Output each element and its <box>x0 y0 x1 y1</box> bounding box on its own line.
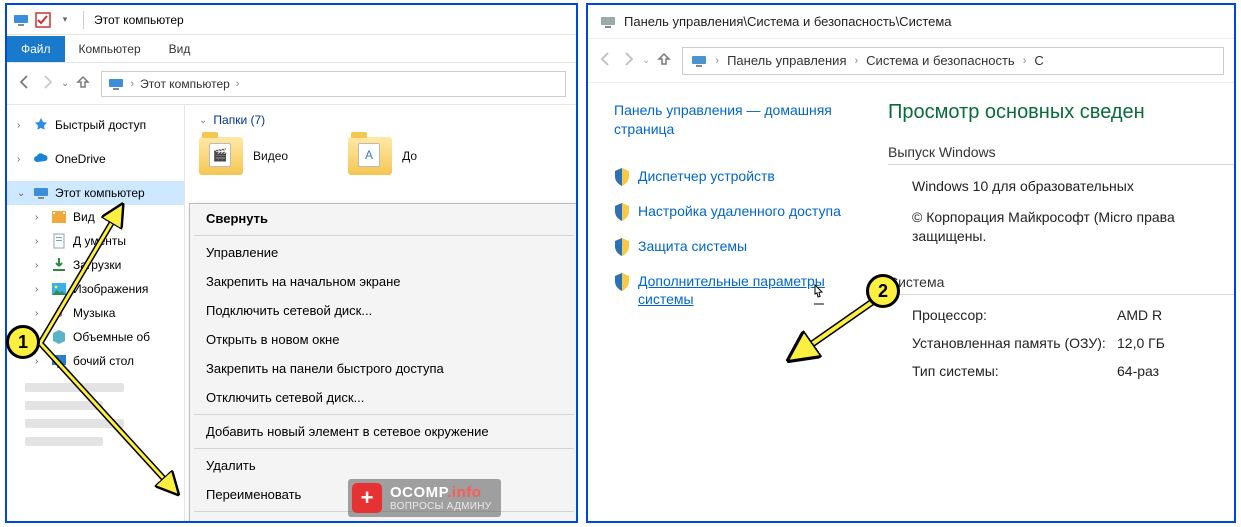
window-title: Этот компьютер <box>94 13 184 27</box>
breadcrumb[interactable]: › Этот компьютер › <box>101 71 566 97</box>
row-type: Тип системы: 64-раз <box>888 363 1234 379</box>
cp-home-link[interactable]: Панель управления — домашняя страница <box>614 101 868 139</box>
nav-pictures[interactable]: › Изображения <box>7 277 184 301</box>
control-panel-system-window: Панель управления\Система и безопасность… <box>586 3 1236 523</box>
nav-videos[interactable]: › Вид <box>7 205 184 229</box>
back-icon[interactable] <box>17 74 33 93</box>
blurred-nav-items <box>7 373 184 465</box>
breadcrumb-label: Этот компьютер <box>140 77 230 91</box>
annotation-marker-2: 2 <box>866 274 900 308</box>
ctx-collapse[interactable]: Свернуть <box>190 204 578 233</box>
cp-titlebar: Панель управления\Система и безопасность… <box>588 5 1234 39</box>
picture-icon <box>51 281 67 297</box>
ctx-map-drive[interactable]: Подключить сетевой диск... <box>190 296 578 325</box>
pc-icon <box>108 76 124 92</box>
forward-icon[interactable] <box>39 74 55 93</box>
section-system: Система <box>888 274 1234 290</box>
download-icon <box>51 257 67 273</box>
breadcrumb[interactable]: › Панель управления › Система и безопасн… <box>682 47 1224 75</box>
ctx-pin-quick[interactable]: Закрепить на панели быстрого доступа <box>190 354 578 383</box>
row-cpu: Процессор: AMD R <box>888 307 1234 323</box>
pc-icon <box>13 12 29 28</box>
folder-icon: A <box>348 137 392 175</box>
nav-downloads[interactable]: › Загрузки <box>7 253 184 277</box>
folder-videos[interactable]: 🎬 Видео <box>199 137 288 175</box>
music-icon <box>51 305 67 321</box>
tab-view[interactable]: Вид <box>155 36 205 62</box>
pc-icon <box>691 53 707 69</box>
tab-computer[interactable]: Компьютер <box>65 36 155 62</box>
cp-title-text: Панель управления\Система и безопасность… <box>624 14 952 29</box>
row-ram: Установленная память (ОЗУ): 12,0 ГБ <box>888 335 1234 351</box>
watermark: + OCOMP.info ВОПРОСЫ АДМИНУ <box>348 479 501 517</box>
pc-icon <box>600 14 616 30</box>
desktop-icon <box>51 353 67 369</box>
ctx-delete[interactable]: Удалить <box>190 451 578 480</box>
back-icon[interactable] <box>598 51 614 70</box>
cube-icon <box>51 329 67 345</box>
tab-file[interactable]: Файл <box>7 36 65 62</box>
pc-icon <box>33 185 49 201</box>
cp-side-links: Панель управления — домашняя страница Ди… <box>588 83 888 521</box>
folder-documents[interactable]: A До <box>348 137 417 175</box>
up-icon[interactable] <box>656 51 672 70</box>
folder-icon: 🎬 <box>199 137 243 175</box>
shield-icon <box>614 168 630 186</box>
link-remote-settings[interactable]: Настройка удаленного доступа <box>614 202 868 221</box>
cloud-icon <box>33 151 49 167</box>
recent-dropdown-icon[interactable]: ⌄ <box>642 55 650 66</box>
section-edition: Выпуск Windows <box>888 144 1234 160</box>
nav-documents[interactable]: › Д ументы <box>7 229 184 253</box>
group-folders[interactable]: ⌄ Папки (7) <box>199 113 562 127</box>
recent-dropdown-icon[interactable]: ⌄ <box>61 78 69 89</box>
video-icon <box>51 209 67 225</box>
cp-main: Просмотр основных сведен Выпуск Windows … <box>888 83 1234 521</box>
shield-icon <box>614 273 630 291</box>
context-menu: Свернуть Управление Закрепить на начальн… <box>189 203 578 523</box>
nav-onedrive[interactable]: › OneDrive <box>7 147 184 171</box>
nav-music[interactable]: › Музыка <box>7 301 184 325</box>
ctx-manage[interactable]: Управление <box>190 238 578 267</box>
page-title: Просмотр основных сведен <box>888 101 1234 124</box>
dropdown-icon[interactable]: ▾ <box>57 12 73 28</box>
annotation-marker-1: 1 <box>6 325 40 359</box>
cp-address-bar: ⌄ › Панель управления › Система и безопа… <box>588 39 1234 83</box>
ctx-open-new[interactable]: Открыть в новом окне <box>190 325 578 354</box>
edition-value: Windows 10 для образовательных <box>888 177 1234 196</box>
link-system-protection[interactable]: Защита системы <box>614 237 868 256</box>
explorer-nav-pane: › Быстрый доступ › OneDrive ⌄ Этот компь… <box>7 105 185 521</box>
star-icon <box>33 117 49 133</box>
explorer-window: ▾ Этот компьютер Файл Компьютер Вид ⌄ › … <box>5 3 578 523</box>
forward-icon[interactable] <box>620 51 636 70</box>
explorer-address-bar: ⌄ › Этот компьютер › <box>7 63 576 105</box>
ribbon-tabs: Файл Компьютер Вид <box>7 35 576 63</box>
ctx-add-network[interactable]: Добавить новый элемент в сетевое окружен… <box>190 417 578 446</box>
shield-icon <box>614 238 630 256</box>
ctx-pin-start[interactable]: Закрепить на начальном экране <box>190 267 578 296</box>
up-icon[interactable] <box>75 74 91 93</box>
checkbox-icon[interactable] <box>35 12 51 28</box>
ctx-disconnect-drive[interactable]: Отключить сетевой диск... <box>190 383 578 412</box>
nav-quick-access[interactable]: › Быстрый доступ <box>7 113 184 137</box>
link-advanced-system-settings[interactable]: Дополнительные параметры системы <box>614 272 868 308</box>
link-device-manager[interactable]: Диспетчер устройств <box>614 167 868 186</box>
nav-arrows: ⌄ <box>17 74 91 93</box>
nav-this-pc[interactable]: ⌄ Этот компьютер <box>7 181 184 205</box>
copyright: © Корпорация Майкрософт (Micro права защ… <box>888 208 1208 246</box>
cursor-icon <box>810 284 828 310</box>
document-icon <box>51 233 67 249</box>
plus-icon: + <box>352 483 382 513</box>
explorer-titlebar: ▾ Этот компьютер <box>7 5 576 35</box>
shield-icon <box>614 203 630 221</box>
